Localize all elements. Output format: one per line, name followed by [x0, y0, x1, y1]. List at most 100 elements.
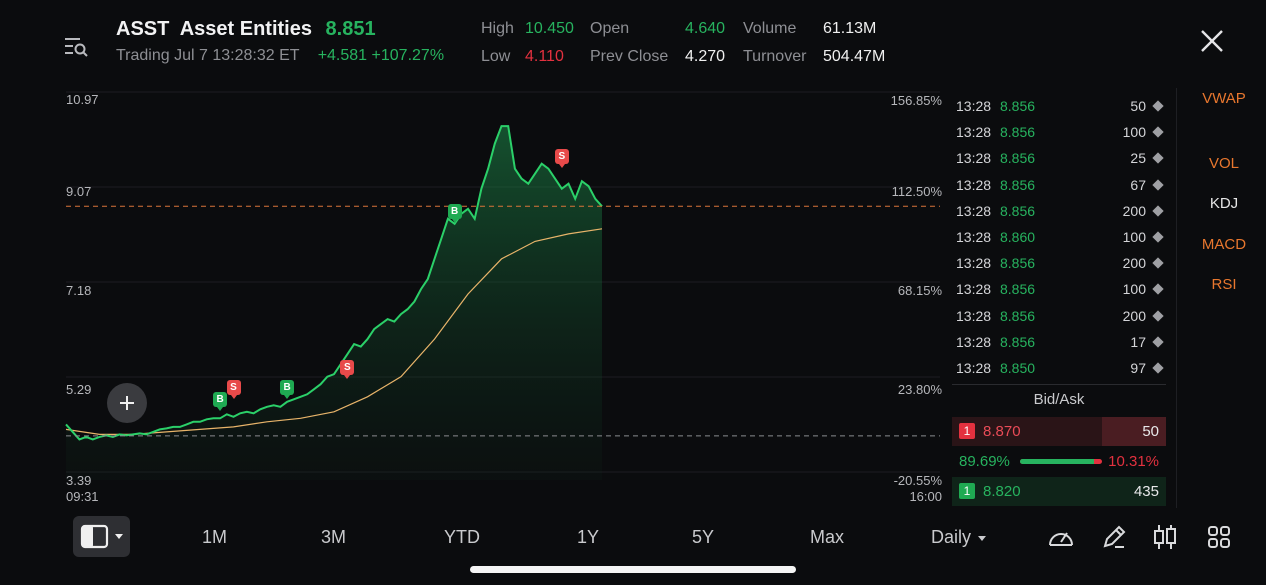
- chevron-down-icon: [115, 534, 123, 539]
- add-button[interactable]: [107, 383, 147, 423]
- ask-pct: 10.31%: [1108, 453, 1159, 470]
- bid-pct: 89.69%: [959, 453, 1010, 470]
- indicator-rsi[interactable]: RSI: [1194, 276, 1254, 293]
- y-tick-left: 3.39: [66, 473, 92, 488]
- ask-level: 1: [959, 423, 975, 439]
- diamond-icon: [1152, 231, 1164, 243]
- trade-volume: 100: [1122, 229, 1146, 245]
- diamond-icon: [1152, 126, 1164, 138]
- indicator-vwap[interactable]: VWAP: [1194, 90, 1254, 107]
- y-tick-left: 5.29: [66, 382, 92, 397]
- divider: [1176, 88, 1177, 508]
- bid-ask-title: Bid/Ask: [1033, 391, 1085, 408]
- trade-volume: 200: [1122, 255, 1146, 272]
- y-tick-right: 23.80%: [897, 382, 942, 397]
- bid-ask-ratio: 89.69% 10.31%: [952, 450, 1166, 474]
- trade-time: 13:28: [956, 307, 992, 324]
- home-indicator[interactable]: [470, 566, 796, 573]
- time-sales-row: 13:28 8.856 100: [956, 277, 1164, 303]
- split-view-icon: [80, 524, 123, 549]
- sell-marker[interactable]: S: [554, 149, 569, 169]
- range-tab-5y[interactable]: 5Y: [692, 527, 714, 548]
- trade-price: 8.856: [1000, 150, 1036, 167]
- time-sales-row: 13:28 8.860 100: [956, 225, 1164, 251]
- ask-price: 8.870: [983, 423, 1021, 440]
- diamond-icon: [1152, 152, 1164, 165]
- diamond-icon: [1152, 362, 1164, 374]
- trade-price: 8.856: [1000, 202, 1036, 219]
- buy-marker[interactable]: B: [213, 392, 228, 412]
- y-tick-right: 68.15%: [897, 283, 942, 298]
- interval-dropdown[interactable]: Daily: [931, 527, 987, 548]
- trade-price: 8.856: [1000, 255, 1036, 272]
- close-icon[interactable]: [1199, 28, 1225, 54]
- time-sales-row: 13:28 8.856 200: [956, 251, 1164, 277]
- indicator-kdj[interactable]: KDJ: [1194, 195, 1254, 212]
- trade-price: 8.850: [1000, 360, 1036, 376]
- x-tick: 09:31: [66, 489, 99, 504]
- trade-time: 13:28: [956, 124, 992, 141]
- grid-icon[interactable]: [1206, 524, 1232, 550]
- y-tick-left: 9.07: [66, 184, 92, 199]
- diamond-icon: [1152, 257, 1164, 269]
- trade-price: 8.860: [1000, 229, 1036, 245]
- trade-volume: 100: [1122, 281, 1146, 298]
- trade-price: 8.856: [1000, 124, 1036, 141]
- indicator-vol[interactable]: VOL: [1194, 155, 1254, 172]
- divider: [952, 384, 1166, 385]
- trade-volume: 97: [1130, 360, 1146, 376]
- buy-marker[interactable]: B: [447, 204, 462, 224]
- bid-level: 1: [959, 483, 975, 499]
- time-sales-row: 13:28 8.856 67: [956, 173, 1164, 199]
- range-tab-1m[interactable]: 1M: [202, 527, 227, 548]
- speedometer-icon[interactable]: [1047, 524, 1075, 550]
- bid-row[interactable]: 1 8.820 435: [952, 477, 1166, 506]
- price-chart[interactable]: [0, 0, 945, 510]
- indicator-macd[interactable]: MACD: [1194, 236, 1254, 253]
- time-sales-row: 13:28 8.856 200: [956, 304, 1164, 330]
- layout-toggle-button[interactable]: [73, 516, 130, 557]
- sell-marker[interactable]: S: [340, 359, 355, 379]
- diamond-icon: [1152, 283, 1164, 296]
- range-tab-max[interactable]: Max: [810, 527, 844, 548]
- trade-time: 13:28: [956, 98, 992, 114]
- range-tab-ytd[interactable]: YTD: [444, 527, 480, 548]
- buy-marker[interactable]: B: [280, 379, 295, 399]
- bid-size: 435: [1133, 483, 1159, 500]
- time-sales-row: 13:28 8.856 25: [956, 146, 1164, 172]
- diamond-icon: [1152, 100, 1164, 112]
- trade-price: 8.856: [1000, 281, 1036, 298]
- range-tab-1y[interactable]: 1Y: [577, 527, 599, 548]
- time-sales-row: 13:28 8.856 200: [956, 199, 1164, 225]
- candlestick-icon[interactable]: [1153, 523, 1177, 551]
- time-sales-row: 13:28 8.856 17: [956, 330, 1164, 356]
- trade-time: 13:28: [956, 281, 992, 298]
- y-tick-left: 7.18: [66, 283, 92, 298]
- trade-price: 8.856: [1000, 307, 1036, 324]
- diamond-icon: [1152, 309, 1164, 322]
- y-tick-right: -20.55%: [893, 473, 942, 488]
- trade-price: 8.856: [1000, 98, 1036, 114]
- diamond-icon: [1152, 336, 1164, 348]
- range-tab-3m[interactable]: 3M: [321, 527, 346, 548]
- y-tick-left: 10.97: [66, 92, 99, 107]
- sell-marker[interactable]: S: [226, 379, 241, 399]
- ask-row[interactable]: 1 8.870 50: [952, 417, 1166, 446]
- trade-volume: 100: [1122, 124, 1146, 141]
- trade-volume: 25: [1130, 150, 1146, 167]
- x-tick: 16:00: [909, 489, 942, 504]
- pencil-icon[interactable]: [1101, 524, 1127, 550]
- time-sales-row: 13:28 8.856 100: [956, 120, 1164, 146]
- trade-time: 13:28: [956, 229, 992, 245]
- trade-volume: 200: [1122, 307, 1146, 324]
- ratio-bar-bid-fill: [1020, 459, 1094, 464]
- time-sales-row: 13:28 8.856 50: [956, 94, 1164, 120]
- trade-time: 13:28: [956, 360, 992, 376]
- trade-time: 13:28: [956, 333, 992, 350]
- trade-time: 13:28: [956, 150, 992, 167]
- trade-time: 13:28: [956, 202, 992, 219]
- trade-price: 8.856: [1000, 176, 1036, 193]
- time-sales-row: 13:28 8.850 97: [956, 356, 1164, 382]
- trade-volume: 17: [1130, 333, 1146, 350]
- interval-label: Daily: [931, 527, 972, 547]
